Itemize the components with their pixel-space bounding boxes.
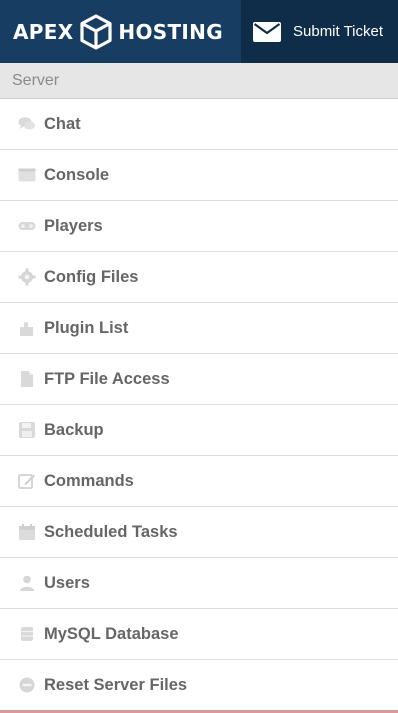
submit-ticket-label: Submit Ticket <box>293 23 384 40</box>
menu-item-label: Console <box>44 165 110 184</box>
submit-ticket-button[interactable]: Submit Ticket <box>241 0 398 63</box>
menu-item-users[interactable]: Users <box>0 558 398 609</box>
menu-item-label: FTP File Access <box>44 369 170 388</box>
menu-item-commands[interactable]: Commands <box>0 456 398 507</box>
envelope-icon <box>253 21 281 42</box>
menu-item-label: Commands <box>44 471 134 490</box>
menu-item-players[interactable]: Players <box>0 201 398 252</box>
players-icon <box>18 222 36 230</box>
menu-item-label: Players <box>44 216 103 235</box>
menu-item-label: Reset Server Files <box>44 675 188 694</box>
brand-left-text: APEX <box>13 19 74 44</box>
database-icon <box>21 627 33 641</box>
menu-item-label: Backup <box>44 420 104 439</box>
console-icon <box>18 168 36 182</box>
puzzle-icon <box>20 322 33 336</box>
menu-item-config-files[interactable]: Config Files <box>0 252 398 303</box>
menu-item-label: Plugin List <box>44 318 129 337</box>
gear-icon <box>18 268 36 286</box>
menu-item-label: Users <box>44 573 90 592</box>
brand-logo[interactable]: APEX HOSTING <box>0 0 223 63</box>
menu-item-label: MySQL Database <box>44 624 179 643</box>
menu-item-reset-server-files[interactable]: Reset Server Files <box>0 660 398 711</box>
reset-icon <box>19 677 35 693</box>
chat-icon <box>18 117 35 130</box>
section-header-server: Server <box>0 63 398 99</box>
top-header: APEX HOSTING Submit Ticket <box>0 0 398 63</box>
menu-item-mysql-database[interactable]: MySQL Database <box>0 609 398 660</box>
menu-item-ftp-file-access[interactable]: FTP File Access <box>0 354 398 405</box>
edit-icon <box>18 474 35 489</box>
menu-item-label: Scheduled Tasks <box>44 522 178 541</box>
brand-right-text: HOSTING <box>118 19 223 44</box>
menu-item-label: Chat <box>44 114 81 133</box>
cube-logo-icon <box>80 13 113 50</box>
menu-item-label: Config Files <box>44 267 139 286</box>
file-icon <box>21 371 33 387</box>
calendar-icon <box>19 524 35 540</box>
server-menu: Chat Console Players Config Files Plugin… <box>0 99 398 711</box>
menu-item-scheduled-tasks[interactable]: Scheduled Tasks <box>0 507 398 558</box>
save-icon <box>19 422 35 438</box>
menu-item-plugin-list[interactable]: Plugin List <box>0 303 398 354</box>
menu-item-console[interactable]: Console <box>0 150 398 201</box>
menu-item-chat[interactable]: Chat <box>0 99 398 150</box>
user-icon <box>20 575 34 591</box>
section-title: Server <box>12 72 60 89</box>
menu-item-backup[interactable]: Backup <box>0 405 398 456</box>
